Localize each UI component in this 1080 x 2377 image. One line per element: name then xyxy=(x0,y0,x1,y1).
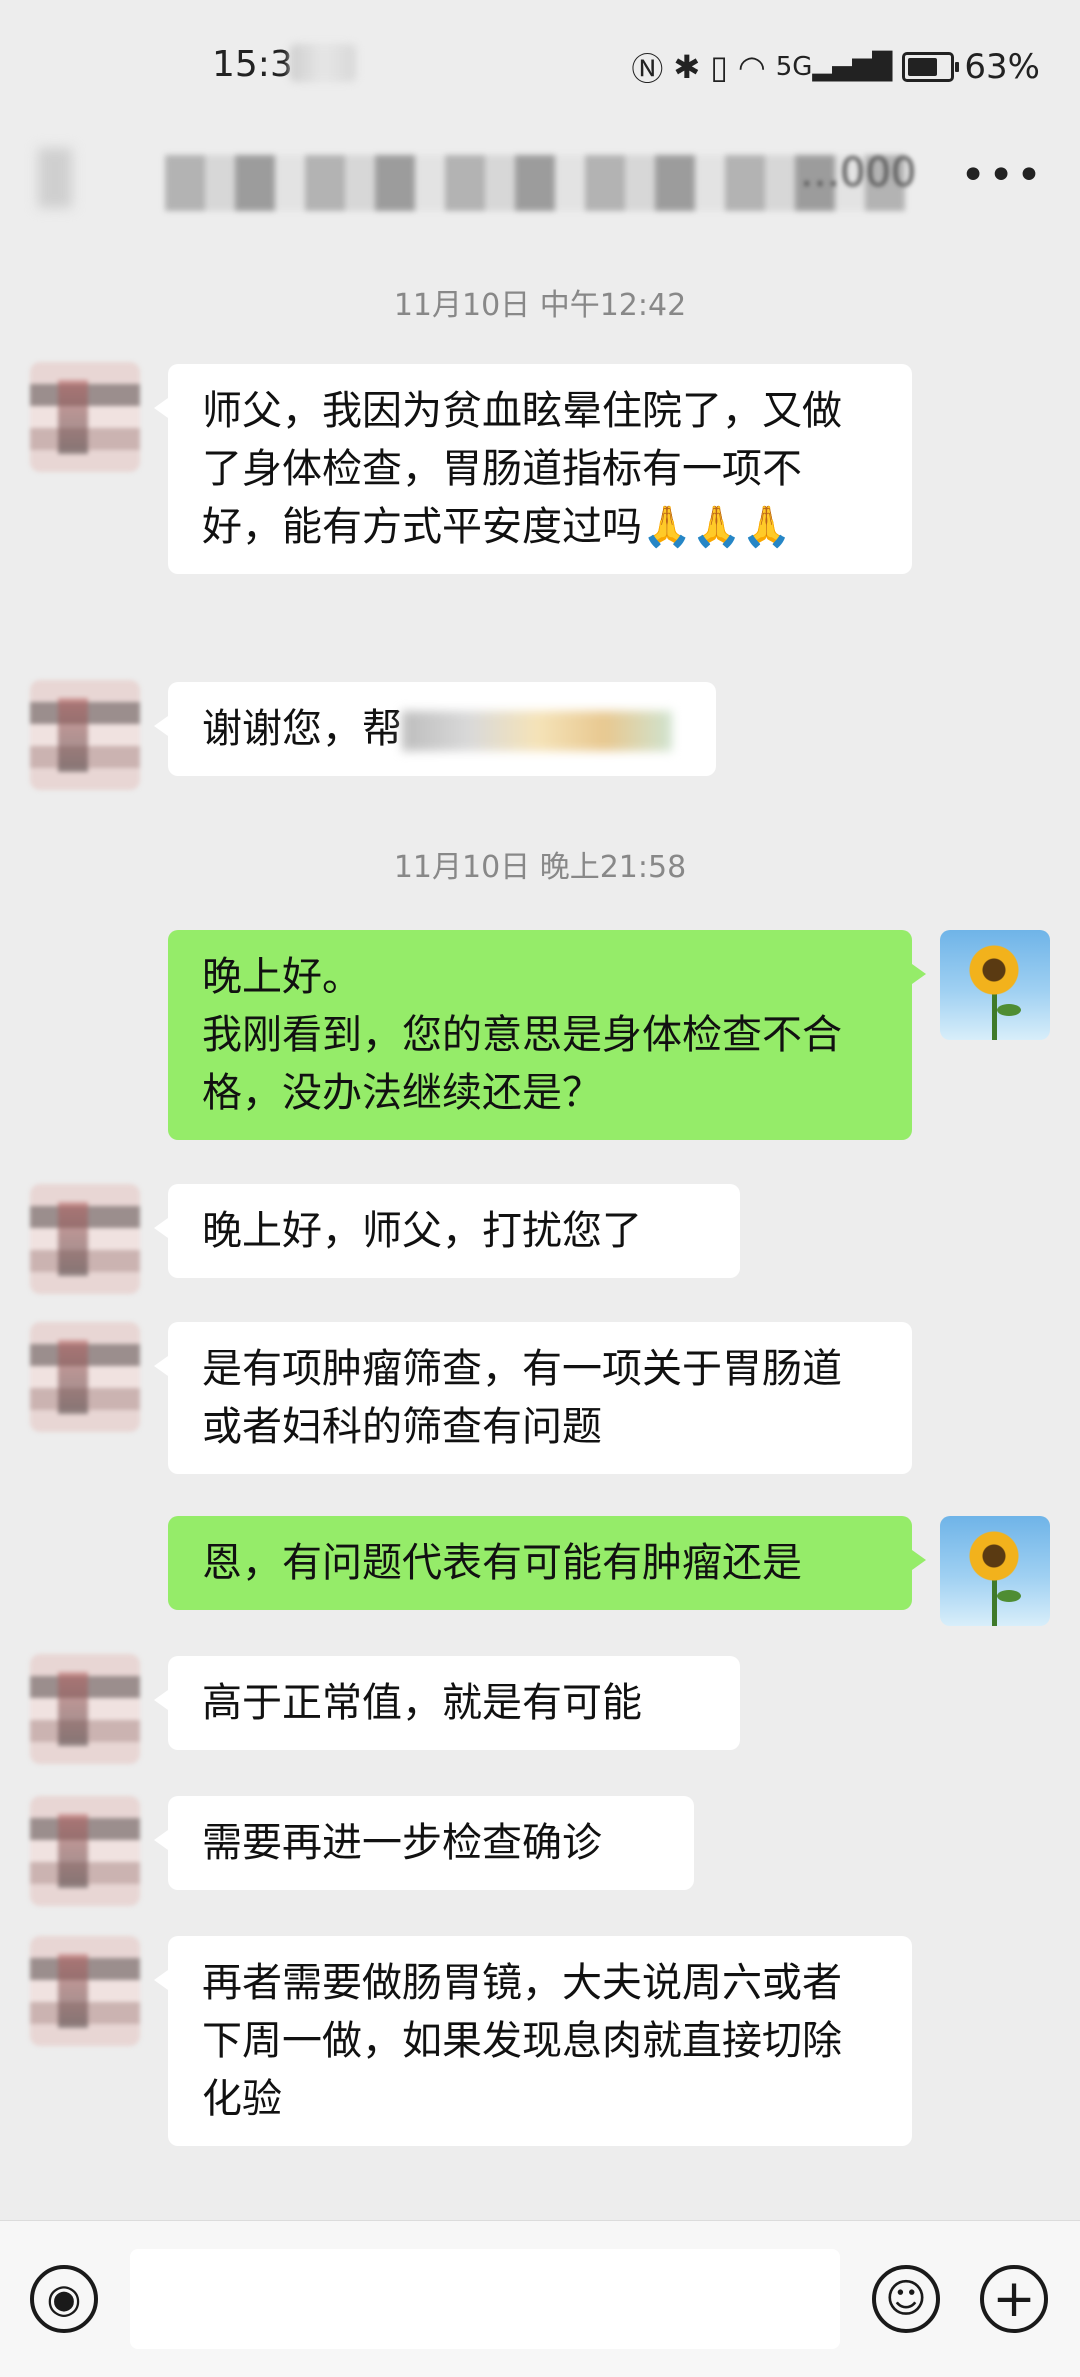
message-bubble-incoming[interactable]: 需要再进一步检查确诊 xyxy=(154,1796,694,1890)
timestamp: 11月10日 晚上21:58 xyxy=(393,850,687,885)
sunflower-icon xyxy=(968,1530,1020,1582)
message-bubble-outgoing[interactable]: 恩，有问题代表有可能有肿瘤还是 xyxy=(168,1516,926,1610)
contact-avatar[interactable] xyxy=(30,680,140,790)
timestamp: 11月10日 中午12:42 xyxy=(393,288,687,323)
message-input[interactable] xyxy=(130,2249,840,2349)
message-bubble-outgoing[interactable]: 晚上好。 我刚看到，您的意思是身体检查不合格，没办法继续还是？ xyxy=(168,930,926,1140)
user-avatar[interactable] xyxy=(940,1516,1050,1626)
vibrate-icon: ▯ xyxy=(710,48,728,86)
bluetooth-icon: ✱ xyxy=(673,48,701,86)
sunflower-icon xyxy=(968,944,1020,996)
chat-area[interactable]: 11月10日 中午12:42 师父，我因为贫血眩晕住院了，又做了身体检查，胃肠道… xyxy=(0,240,1080,2220)
battery-icon xyxy=(902,52,960,82)
signal-5g-icon: 5G▂▄▆█ xyxy=(775,52,893,82)
sunflower-stem xyxy=(992,990,997,1040)
chat-title-blurred xyxy=(165,155,905,211)
input-bar: ◉ ☺ + xyxy=(0,2220,1080,2377)
emoji-icon[interactable]: ☺ xyxy=(872,2265,940,2333)
voice-icon[interactable]: ◉ xyxy=(30,2265,98,2333)
message-bubble-incoming[interactable]: 高于正常值，就是有可能 xyxy=(154,1656,740,1750)
message-bubble-incoming[interactable]: 谢谢您，帮 xyxy=(154,682,716,776)
chat-title: …000 xyxy=(800,150,917,196)
sunflower-leaf xyxy=(997,1590,1021,1602)
contact-avatar[interactable] xyxy=(30,1936,140,2046)
message-text: 谢谢您，帮 xyxy=(202,706,402,752)
message-bubble-incoming[interactable]: 是有项肿瘤筛查，有一项关于胃肠道或者妇科的筛查有问题 xyxy=(154,1322,912,1474)
contact-avatar[interactable] xyxy=(30,1796,140,1906)
contact-avatar[interactable] xyxy=(30,1654,140,1764)
plus-icon[interactable]: + xyxy=(980,2265,1048,2333)
wifi-icon: ◠ xyxy=(737,48,766,86)
user-avatar[interactable] xyxy=(940,930,1050,1040)
battery-percent: 63% xyxy=(964,47,1040,87)
chat-header: …000 ••• xyxy=(0,130,1080,240)
status-bar: 15:3 Ⓝ ✱ ▯ ◠ 5G▂▄▆█ 63% xyxy=(0,0,1080,130)
contact-avatar[interactable] xyxy=(30,362,140,472)
message-bubble-incoming[interactable]: 师父，我因为贫血眩晕住院了，又做了身体检查，胃肠道指标有一项不好，能有方式平安度… xyxy=(154,364,912,574)
status-time: 15:3 xyxy=(212,44,293,85)
message-bubble-incoming[interactable]: 再者需要做肠胃镜，大夫说周六或者下周一做，如果发现息肉就直接切除化验 xyxy=(154,1936,912,2146)
nfc-icon: Ⓝ xyxy=(631,50,664,88)
sunflower-stem xyxy=(992,1576,997,1626)
message-bubble-incoming[interactable]: 晚上好，师父，打扰您了 xyxy=(154,1184,740,1278)
more-options-button[interactable]: ••• xyxy=(960,150,1044,201)
time-blur xyxy=(290,44,356,82)
sunflower-leaf xyxy=(997,1004,1021,1016)
status-icons: Ⓝ ✱ ▯ ◠ 5G▂▄▆█ 63% xyxy=(631,44,1040,90)
contact-avatar[interactable] xyxy=(30,1322,140,1432)
back-button[interactable] xyxy=(38,148,72,208)
contact-avatar[interactable] xyxy=(30,1184,140,1294)
blurred-content xyxy=(402,711,672,751)
